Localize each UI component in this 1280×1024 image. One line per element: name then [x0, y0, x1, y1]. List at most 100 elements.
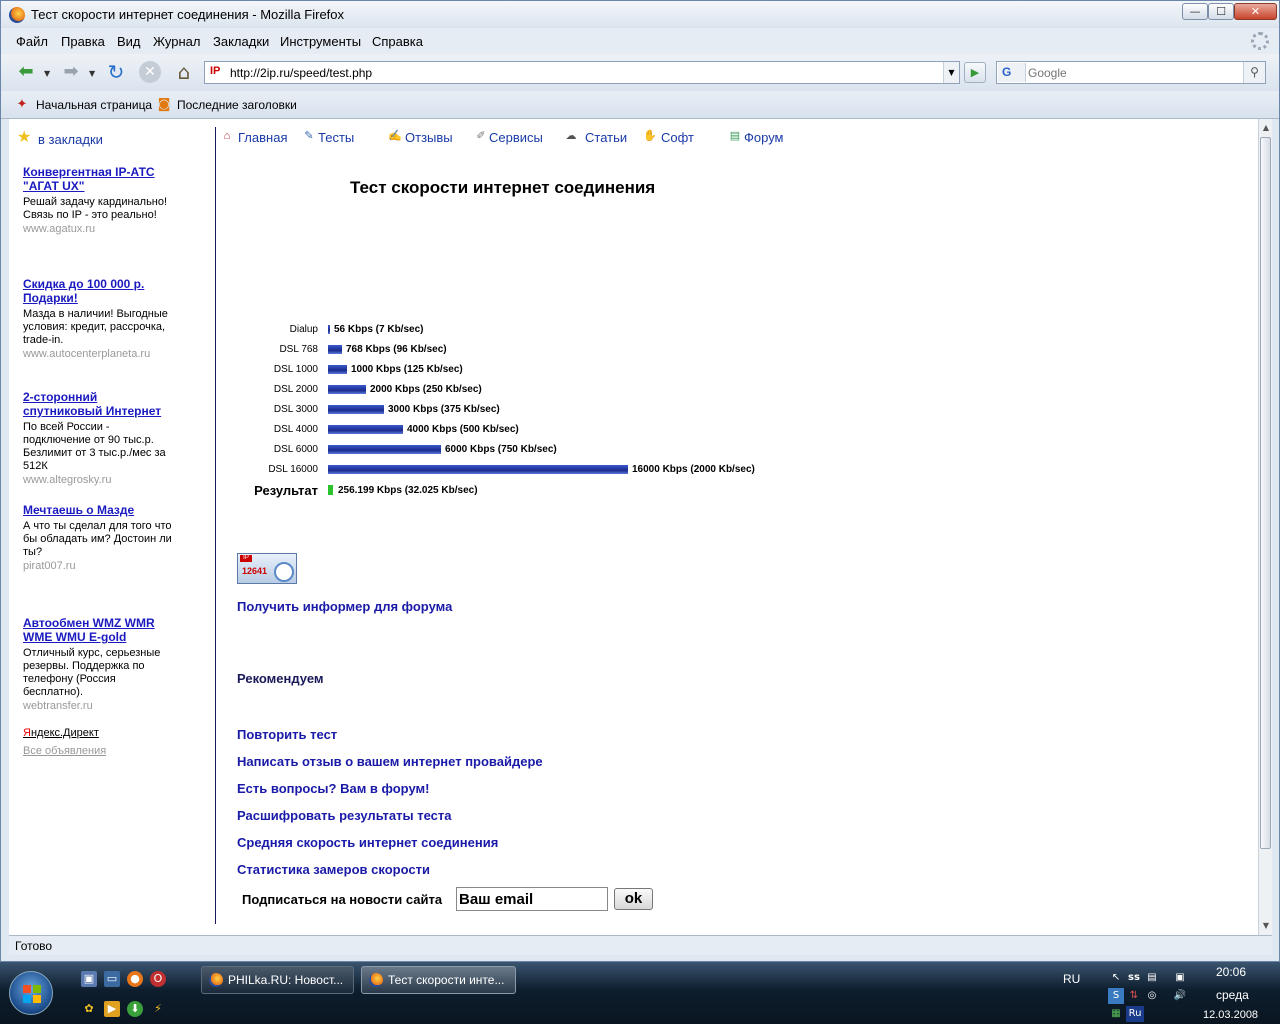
scroll-up-arrow[interactable]: ▲	[1259, 121, 1273, 135]
ad-title-link[interactable]: 2-сторонний спутниковый Интернет	[23, 390, 173, 418]
yandex-direct-link[interactable]: Яндекс.Директ	[23, 727, 99, 739]
tray-volume-icon[interactable]: 🔊	[1172, 988, 1188, 1004]
menu-file[interactable]: Файл	[16, 34, 48, 49]
taskbar-task[interactable]: PHILka.RU: Новост...	[201, 966, 354, 994]
minimize-button[interactable]: —	[1182, 3, 1208, 20]
ad-url[interactable]: www.altegrosky.ru	[23, 474, 173, 486]
menu-bookmarks[interactable]: Закладки	[213, 34, 269, 49]
search-input[interactable]	[1028, 64, 1238, 81]
opera-launch-icon[interactable]: O	[150, 971, 166, 987]
speed-bar	[328, 385, 366, 394]
subscribe-ok-button[interactable]: ok	[614, 888, 653, 910]
get-informer-link[interactable]: Получить информер для форума	[237, 599, 452, 614]
clock-day: среда	[1216, 988, 1249, 1002]
menu-tools[interactable]: Инструменты	[280, 34, 361, 49]
ad-url[interactable]: www.agatux.ru	[23, 223, 173, 235]
download-manager-icon[interactable]: ⬇	[127, 1001, 143, 1017]
tray-arrows-icon[interactable]: ⇅	[1126, 988, 1142, 1004]
ad-url[interactable]: www.autocenterplaneta.ru	[23, 348, 173, 360]
ad-url[interactable]: pirat007.ru	[23, 560, 173, 572]
yandex-direct-rest: ндекс.Директ	[30, 727, 99, 739]
ad-title-link[interactable]: Конвергентная IP-АТС "АГАТ UX"	[23, 165, 173, 193]
scroll-down-arrow[interactable]: ▼	[1259, 919, 1273, 933]
menu-help[interactable]: Справка	[372, 34, 423, 49]
average-speed-link[interactable]: Средняя скорость интернет соединения	[237, 835, 498, 850]
site-nav-articles[interactable]: Статьи	[585, 130, 627, 145]
site-favicon-icon: IP	[210, 65, 221, 77]
services-nav-icon: ✐	[476, 130, 486, 142]
ad-title-link[interactable]: Автообмен WMZ WMR WME WMU E-gold	[23, 616, 173, 644]
tray-lang-icon[interactable]: Ru	[1126, 1006, 1144, 1022]
show-desktop-icon[interactable]: ▣	[81, 971, 97, 987]
decode-results-link[interactable]: Расшифровать результаты теста	[237, 808, 451, 823]
firefox-task-icon	[369, 973, 383, 987]
all-ads-link[interactable]: Все объявления	[23, 745, 106, 757]
taskbar-task[interactable]: Тест скорости инте...	[361, 966, 516, 994]
url-text[interactable]: http://2ip.ru/speed/test.php	[230, 66, 372, 80]
speed-bar-value: 768 Kbps (96 Kb/sec)	[346, 344, 447, 355]
write-review-link[interactable]: Написать отзыв о вашем интернет провайде…	[237, 754, 543, 769]
menu-view[interactable]: Вид	[117, 34, 141, 49]
ad-title-link[interactable]: Мечтаешь о Мазде	[23, 503, 173, 517]
speed-bar-value: 1000 Kbps (125 Kb/sec)	[351, 364, 463, 375]
quicklaunch-tool-icon[interactable]: ✿	[81, 1001, 97, 1017]
quicklaunch-extra-icon[interactable]: ⚡	[150, 1001, 166, 1017]
bookmark-home-page[interactable]: Начальная страница	[36, 98, 152, 112]
speed-statistics-link[interactable]: Статистика замеров скорости	[237, 862, 430, 877]
taskbar	[0, 962, 1280, 1024]
tray-cursor-icon[interactable]: ↖	[1108, 970, 1124, 986]
repeat-test-link[interactable]: Повторить тест	[237, 727, 337, 742]
homepage-bookmark-icon: ✦	[16, 97, 28, 112]
forward-history-dropdown[interactable]: ▼	[89, 69, 95, 78]
search-go-icon[interactable]: ⚲	[1243, 62, 1265, 83]
url-dropdown-button[interactable]: ▼	[943, 62, 959, 83]
go-button[interactable]: ▶	[964, 62, 986, 83]
address-bar[interactable]: IP http://2ip.ru/speed/test.php ▼	[204, 61, 960, 84]
tray-monitor-icon[interactable]: ▤	[1144, 970, 1160, 986]
status-bar: Готово	[9, 935, 1272, 955]
firefox-launch-icon[interactable]: ●	[127, 971, 143, 987]
media-player-icon[interactable]: ▶	[104, 1001, 120, 1017]
tests-nav-icon: ✎	[304, 130, 314, 142]
tray-network-icon[interactable]: ▣	[1172, 970, 1188, 986]
back-history-dropdown[interactable]: ▼	[44, 69, 50, 78]
site-nav-home[interactable]: Главная	[238, 130, 287, 145]
tray-skype-icon[interactable]: S	[1108, 988, 1124, 1004]
email-field[interactable]	[456, 887, 608, 911]
window-title: Тест скорости интернет соединения - Mozi…	[31, 7, 345, 22]
tray-disk-icon[interactable]: ◎	[1144, 988, 1160, 1004]
stop-button[interactable]: ✕	[139, 61, 161, 83]
start-button[interactable]	[9, 971, 53, 1015]
site-nav-forum[interactable]: Форум	[744, 130, 784, 145]
forum-questions-link[interactable]: Есть вопросы? Вам в форум!	[237, 781, 429, 796]
forward-button[interactable]: ➡	[58, 60, 84, 84]
site-nav-software[interactable]: Софт	[661, 130, 694, 145]
site-nav-reviews[interactable]: Отзывы	[405, 130, 453, 145]
back-button[interactable]: ⬅	[13, 60, 39, 84]
tray-ss-icon[interactable]: ss	[1126, 970, 1142, 986]
close-button[interactable]: ✕	[1234, 3, 1277, 20]
maximize-button[interactable]: ☐	[1208, 3, 1234, 20]
scroll-thumb[interactable]	[1260, 137, 1271, 849]
menu-history[interactable]: Журнал	[153, 34, 200, 49]
vertical-scrollbar[interactable]: ▲ ▼	[1258, 119, 1272, 935]
informer-image[interactable]: IP 12641	[237, 553, 297, 584]
bookmark-latest-headlines[interactable]: Последние заголовки	[177, 98, 297, 112]
speed-row-label: DSL 16000	[268, 464, 318, 475]
reload-button[interactable]: ↻	[104, 60, 128, 84]
search-engine-selector[interactable]: G	[998, 63, 1026, 82]
tray-app-icon[interactable]: ▦	[1108, 1006, 1124, 1022]
speed-bar	[328, 465, 628, 474]
switch-windows-icon[interactable]: ▭	[104, 971, 120, 987]
add-bookmark-link[interactable]: в закладки	[38, 132, 103, 147]
site-nav-tests[interactable]: Тесты	[318, 130, 354, 145]
ad-url[interactable]: webtransfer.ru	[23, 700, 173, 712]
home-button[interactable]: ⌂	[172, 60, 196, 84]
language-indicator[interactable]: RU	[1063, 972, 1080, 986]
reviews-nav-icon: ✍	[388, 130, 402, 142]
clock-time[interactable]: 20:06	[1216, 965, 1246, 979]
ad-title-link[interactable]: Скидка до 100 000 р. Подарки!	[23, 277, 173, 305]
menu-edit[interactable]: Правка	[61, 34, 105, 49]
site-nav-services[interactable]: Сервисы	[489, 130, 543, 145]
ad-text: По всей России - подключение от 90 тыс.р…	[23, 421, 166, 472]
